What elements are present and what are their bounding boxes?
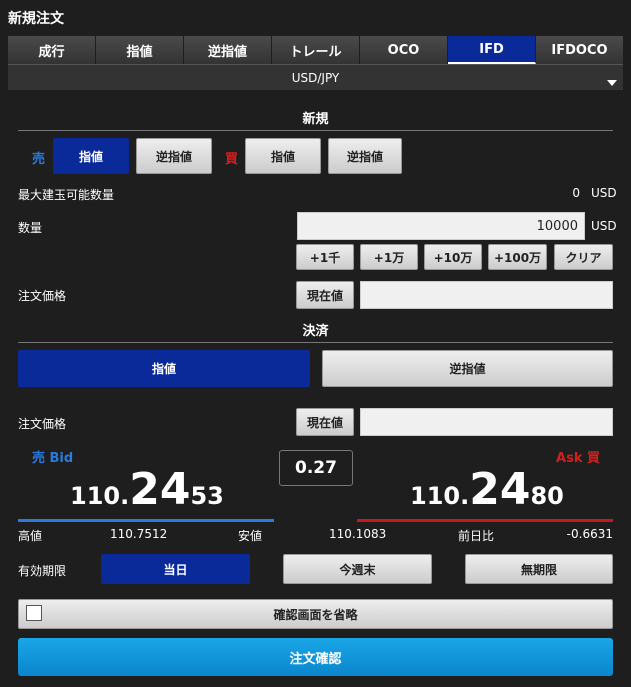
order-type-tabs: 成行 指値 逆指値 トレール OCO IFD IFDOCO — [8, 36, 623, 64]
change-label: 前日比 — [458, 529, 495, 543]
bid-underline — [18, 519, 274, 522]
buy-label: 買 — [225, 152, 239, 167]
max-qty-unit: USD — [591, 186, 617, 200]
divider — [18, 130, 613, 131]
settle-price-label: 注文価格 — [18, 417, 67, 431]
qty-label: 数量 — [18, 221, 43, 235]
new-price-input[interactable] — [360, 281, 613, 309]
spread-value: 0.27 — [279, 450, 353, 486]
bid-price-big: 24 — [129, 464, 191, 515]
divider — [18, 342, 613, 343]
tab-oco[interactable]: OCO — [360, 36, 448, 64]
high-value: 110.7512 — [110, 527, 168, 541]
sell-limit-button[interactable]: 指値 — [53, 138, 129, 174]
new-price-label: 注文価格 — [18, 289, 67, 303]
low-label: 安値 — [238, 529, 263, 543]
skip-confirm-checkbox[interactable] — [26, 605, 42, 621]
ask-price-prefix: 110. — [410, 482, 470, 510]
sell-stop-button[interactable]: 逆指値 — [136, 138, 212, 174]
order-confirm-button[interactable]: 注文確認 — [18, 638, 613, 676]
bid-price-suffix: 53 — [190, 482, 224, 510]
add-1m-button[interactable]: +100万 — [488, 244, 547, 270]
add-100k-button[interactable]: +10万 — [424, 244, 482, 270]
low-value: 110.1083 — [329, 527, 387, 541]
chevron-down-icon — [607, 80, 617, 86]
max-qty-label: 最大建玉可能数量 — [18, 188, 115, 202]
new-section-heading: 新規 — [302, 112, 329, 127]
tab-market[interactable]: 成行 — [8, 36, 96, 64]
symbol-label: USD/JPY — [291, 70, 340, 85]
buy-limit-button[interactable]: 指値 — [245, 138, 321, 174]
tab-ifdoco[interactable]: IFDOCO — [536, 36, 623, 64]
bid-price[interactable]: 110. 24 53 — [70, 464, 224, 515]
tab-ifd[interactable]: IFD — [448, 36, 536, 64]
ask-price[interactable]: 110. 24 80 — [410, 464, 564, 515]
tab-trail[interactable]: トレール — [272, 36, 360, 64]
settle-current-price-button[interactable]: 現在値 — [296, 408, 354, 436]
expiry-today-button[interactable]: 当日 — [101, 554, 250, 584]
max-qty-value: 0 — [572, 186, 580, 200]
settle-section-heading: 決済 — [302, 324, 329, 339]
settle-limit-button[interactable]: 指値 — [18, 350, 310, 387]
qty-unit: USD — [591, 219, 617, 233]
bid-price-prefix: 110. — [70, 482, 130, 510]
sell-label: 売 — [32, 152, 46, 167]
expiry-label: 有効期限 — [18, 564, 67, 578]
high-label: 高値 — [18, 529, 43, 543]
tab-stop[interactable]: 逆指値 — [184, 36, 272, 64]
ask-price-suffix: 80 — [530, 482, 564, 510]
add-1k-button[interactable]: +1千 — [296, 244, 354, 270]
add-10k-button[interactable]: +1万 — [360, 244, 418, 270]
clear-button[interactable]: クリア — [554, 244, 613, 270]
settle-price-input[interactable] — [360, 408, 613, 436]
skip-confirm-label: 確認画面を省略 — [273, 607, 358, 622]
change-value: -0.6631 — [566, 527, 613, 541]
new-current-price-button[interactable]: 現在値 — [296, 281, 354, 309]
buy-stop-button[interactable]: 逆指値 — [328, 138, 402, 174]
settle-stop-button[interactable]: 逆指値 — [322, 350, 613, 387]
bid-label: 売 Bid — [32, 451, 74, 466]
skip-confirm-toggle[interactable]: 確認画面を省略 — [18, 599, 613, 629]
symbol-select[interactable]: USD/JPY — [8, 64, 623, 90]
tab-limit[interactable]: 指値 — [96, 36, 184, 64]
expiry-week-end-button[interactable]: 今週末 — [283, 554, 432, 584]
qty-input[interactable]: 10000 — [297, 212, 585, 240]
expiry-unlimited-button[interactable]: 無期限 — [465, 554, 613, 584]
ask-price-big: 24 — [469, 464, 531, 515]
page-title: 新規注文 — [8, 11, 64, 27]
ask-underline — [357, 519, 613, 522]
